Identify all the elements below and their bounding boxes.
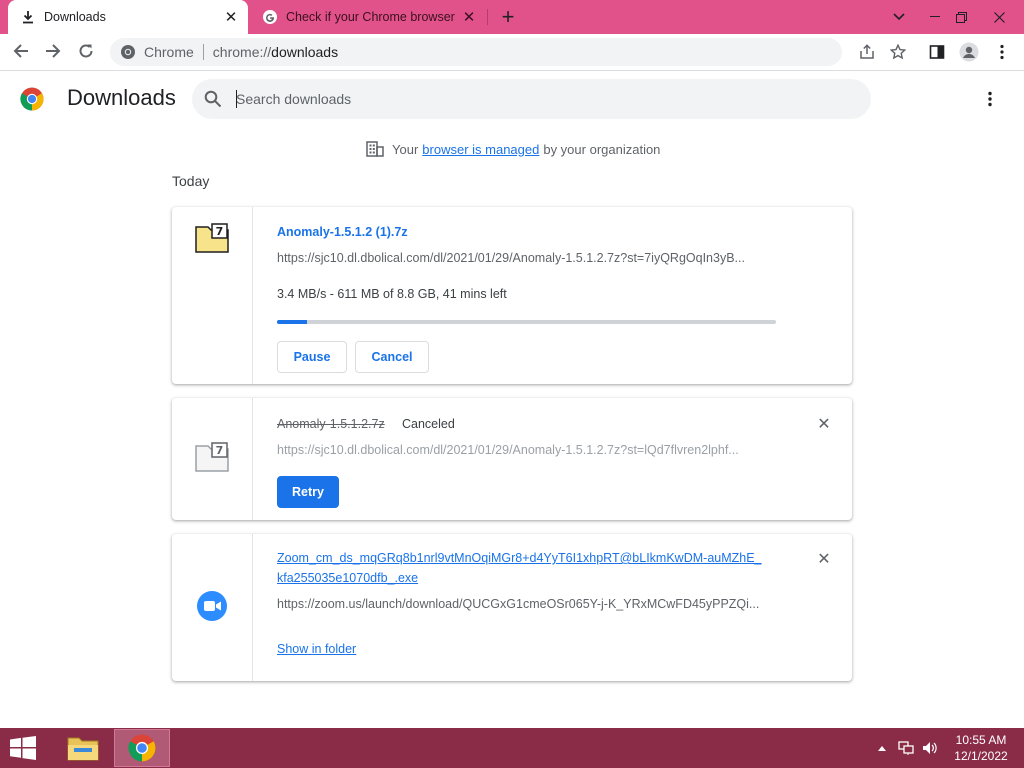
browser-toolbar: Chrome chrome://downloads: [0, 34, 1024, 71]
restore-button[interactable]: [944, 0, 978, 34]
tab-title: Downloads: [44, 10, 106, 24]
file-explorer-icon[interactable]: [55, 729, 111, 767]
text-caret: [236, 90, 237, 108]
search-input[interactable]: [236, 88, 836, 110]
search-icon: [204, 90, 222, 108]
file-name-link[interactable]: Anomaly-1.5.1.2 (1).7z: [277, 225, 408, 239]
canceled-tag: Canceled: [402, 417, 455, 431]
chrome-menu-icon[interactable]: [989, 39, 1015, 65]
file-url[interactable]: https://sjc10.dl.dbolical.com/dl/2021/01…: [277, 251, 777, 265]
page-title: Downloads: [67, 85, 176, 110]
chrome-site-icon: [120, 44, 136, 60]
file-url[interactable]: https://zoom.us/launch/download/QUCGxG1c…: [277, 597, 777, 611]
progress-fill: [277, 320, 307, 324]
zoom-app-icon: [197, 591, 227, 621]
scheme-label: Chrome: [144, 44, 194, 60]
file-url[interactable]: https://sjc10.dl.dbolical.com/dl/2021/01…: [277, 443, 777, 457]
google-icon: [262, 9, 278, 25]
file-name-line-1: Zoom_cm_ds_mqGRq8b1nrl9vtMnOqiMGr8+d4YyT…: [277, 551, 762, 565]
url-text: chrome://downloads: [213, 44, 338, 60]
url-prefix: chrome://: [212, 44, 272, 60]
file-icon-column: [172, 534, 253, 681]
back-button[interactable]: [7, 37, 35, 65]
share-icon[interactable]: [854, 39, 880, 65]
7z-file-icon: 7: [195, 442, 229, 472]
tab-downloads[interactable]: Downloads ✕: [8, 0, 248, 34]
download-item-complete: Zoom_cm_ds_mqGRq8b1nrl9vtMnOqiMGr8+d4YyT…: [172, 534, 852, 681]
remove-from-list-icon[interactable]: ✕: [816, 416, 832, 433]
downloads-menu-icon[interactable]: [978, 87, 1002, 111]
file-name: Anomaly-1.5.1.2.7z: [277, 417, 385, 431]
svg-text:7: 7: [216, 444, 224, 457]
download-status: 3.4 MB/s - 611 MB of 8.8 GB, 41 mins lef…: [277, 287, 507, 301]
managed-prefix: Your: [392, 141, 419, 157]
svg-text:7: 7: [216, 225, 224, 238]
close-window-button[interactable]: [982, 0, 1016, 34]
download-item-canceled: 7 Anomaly-1.5.1.2.7z Canceled https://sj…: [172, 398, 852, 520]
system-clock[interactable]: 10:55 AM 12/1/2022: [946, 732, 1016, 764]
network-icon[interactable]: [897, 740, 915, 756]
download-progress-bar: [277, 320, 776, 324]
retry-button[interactable]: Retry: [277, 476, 339, 508]
download-item-in-progress: 7 Anomaly-1.5.1.2 (1).7z https://sjc10.d…: [172, 207, 852, 384]
tab-strip: Downloads ✕ Check if your Chrome browser…: [0, 0, 1024, 34]
tab-chrome-check[interactable]: Check if your Chrome browser is ✕: [250, 0, 486, 34]
building-icon: [366, 141, 384, 157]
bookmark-star-icon[interactable]: [885, 39, 911, 65]
tab-title: Check if your Chrome browser is: [286, 10, 458, 24]
file-icon-column: 7: [172, 207, 253, 384]
clock-date: 12/1/2022: [954, 749, 1008, 763]
windows-taskbar: 10:55 AM 12/1/2022: [0, 728, 1024, 768]
managed-suffix: by your organization: [543, 141, 661, 157]
file-name-line-2: kfa255035e1070dfb_.exe: [277, 571, 419, 585]
file-name-link[interactable]: Zoom_cm_ds_mqGRq8b1nrl9vtMnOqiMGr8+d4YyT…: [277, 548, 797, 588]
side-panel-icon[interactable]: [924, 39, 950, 65]
chrome-taskbar-icon[interactable]: [114, 729, 170, 767]
file-icon-column: 7: [172, 398, 253, 520]
new-tab-button[interactable]: +: [496, 4, 520, 29]
profile-avatar-icon[interactable]: [956, 39, 982, 65]
search-box[interactable]: [192, 79, 871, 119]
browser-managed-link[interactable]: browser is managed: [422, 142, 539, 157]
tab-separator: [487, 9, 488, 25]
close-tab-icon[interactable]: ✕: [220, 6, 242, 28]
close-tab-icon[interactable]: ✕: [458, 6, 480, 28]
windows-start-icon[interactable]: [8, 736, 40, 760]
remove-from-list-icon[interactable]: ✕: [816, 551, 832, 568]
omnibox-divider: [202, 44, 204, 60]
download-icon: [20, 9, 36, 25]
reload-button[interactable]: [72, 37, 100, 65]
tab-search-icon[interactable]: [882, 0, 916, 34]
managed-notice: Your browser is managed by your organiza…: [366, 141, 660, 157]
forward-button[interactable]: [39, 37, 67, 65]
address-bar[interactable]: Chrome chrome://downloads: [110, 38, 842, 66]
show-in-folder-link[interactable]: Show in folder: [277, 642, 356, 656]
volume-icon[interactable]: [921, 740, 939, 756]
show-hidden-icons-icon[interactable]: [873, 740, 891, 756]
chrome-logo-icon: [20, 87, 44, 111]
cancel-button[interactable]: Cancel: [355, 341, 429, 373]
url-host: downloads: [271, 44, 339, 60]
clock-time: 10:55 AM: [955, 733, 1007, 747]
7z-archive-icon: 7: [195, 223, 229, 253]
date-group-label: Today: [172, 173, 210, 189]
pause-button[interactable]: Pause: [277, 341, 347, 373]
